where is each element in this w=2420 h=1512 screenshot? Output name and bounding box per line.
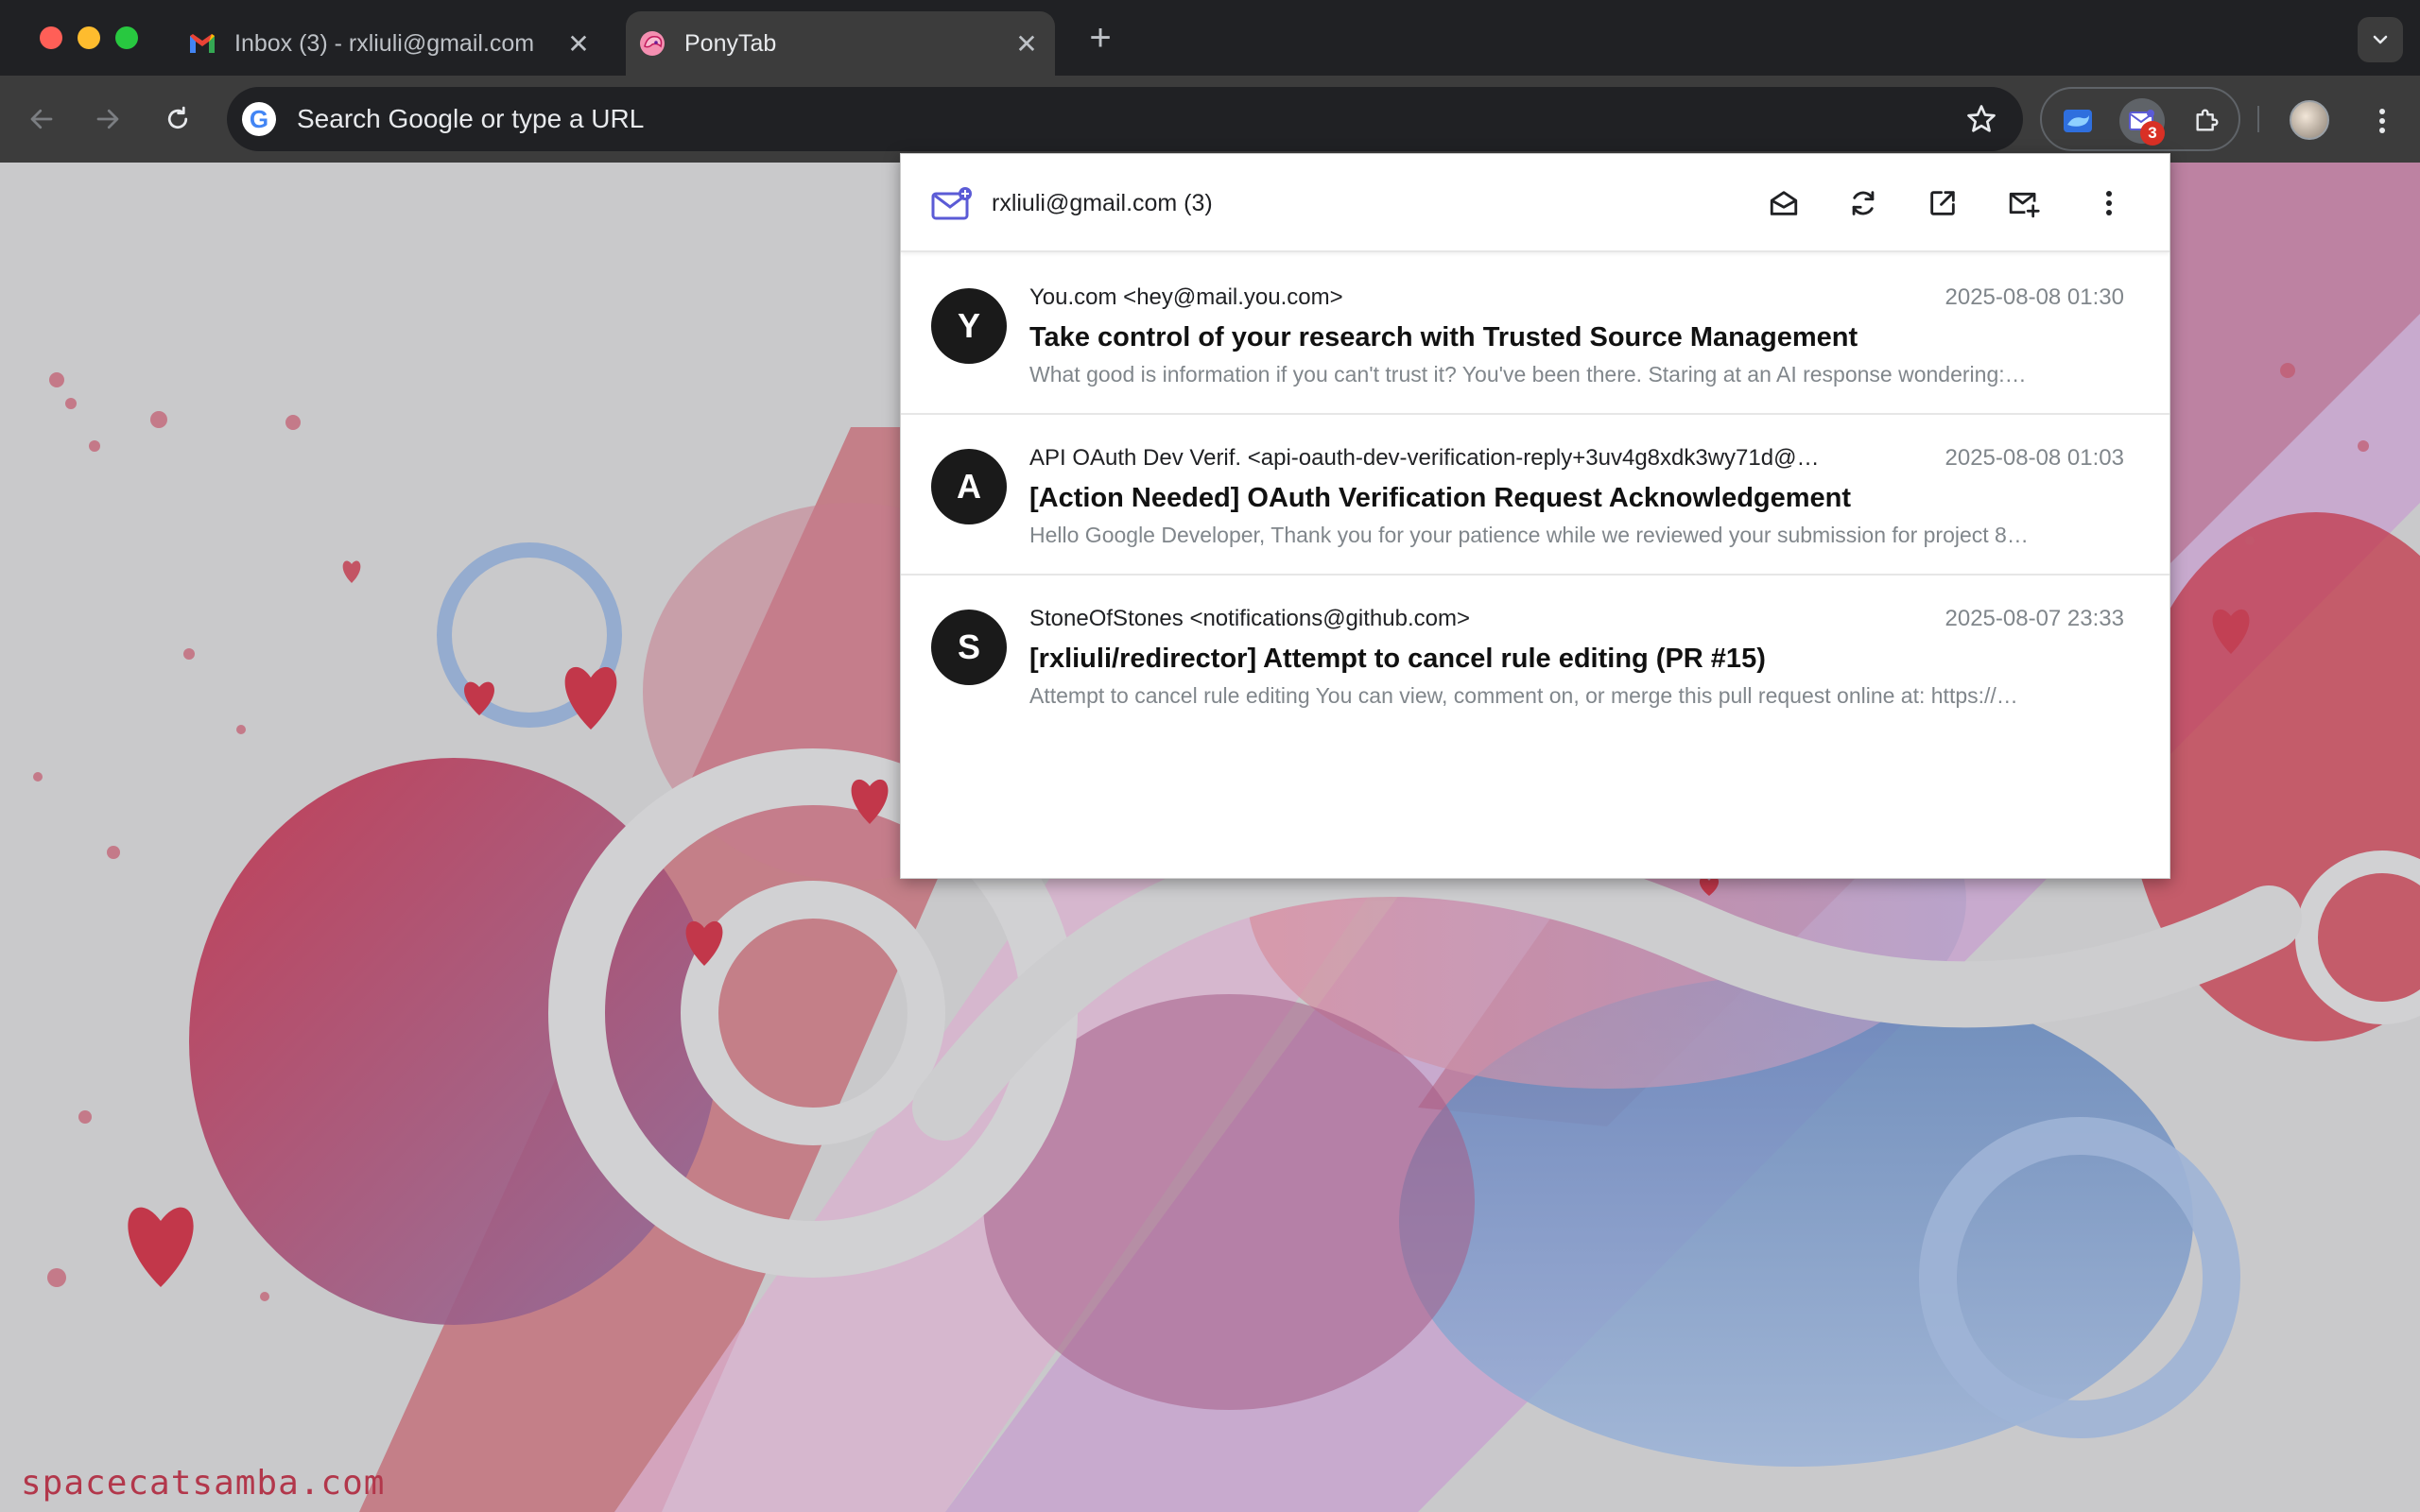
email-list: Y You.com <hey@mail.you.com> 2025-08-08 … xyxy=(901,254,2169,736)
tab-search-button[interactable] xyxy=(2358,17,2403,62)
unread-badge: 3 xyxy=(2140,121,2165,146)
refresh-button[interactable] xyxy=(1842,182,1884,224)
google-icon: G xyxy=(242,102,276,136)
tab-strip: Inbox (3) - rxliuli@gmail.com ✕ PonyTab … xyxy=(0,0,2420,76)
tab-title: Inbox (3) - rxliuli@gmail.com xyxy=(234,29,535,57)
minimize-window-button[interactable] xyxy=(78,26,100,49)
maximize-window-button[interactable] xyxy=(115,26,138,49)
wallpaper-watermark: spacecatsamba.com xyxy=(21,1464,386,1503)
address-bar[interactable]: G Search Google or type a URL xyxy=(227,87,2023,151)
arrow-left-icon xyxy=(30,109,53,129)
gmail-icon xyxy=(187,28,217,59)
close-tab-icon[interactable]: ✕ xyxy=(1011,28,1042,59)
extension-mail-button[interactable]: 3 xyxy=(2119,98,2165,146)
extension-whale-button[interactable] xyxy=(2055,98,2100,144)
email-row[interactable]: A API OAuth Dev Verif. <api-oauth-dev-ve… xyxy=(901,415,2169,576)
puzzle-icon xyxy=(2196,109,2219,131)
new-tab-button[interactable]: + xyxy=(1081,19,1119,59)
back-button[interactable] xyxy=(19,96,64,142)
profile-avatar[interactable] xyxy=(2290,100,2329,140)
more-vert-icon xyxy=(2106,191,2112,215)
chevron-down-icon xyxy=(2373,35,2388,44)
email-sender: API OAuth Dev Verif. <api-oauth-dev-veri… xyxy=(1029,445,1820,471)
sender-avatar: S xyxy=(931,610,1007,685)
address-bar-text: Search Google or type a URL xyxy=(297,104,645,133)
close-tab-icon[interactable]: ✕ xyxy=(563,28,594,59)
tab-title: PonyTab xyxy=(684,29,777,57)
email-date: 2025-08-08 01:03 xyxy=(1945,445,2125,471)
whale-extension-icon xyxy=(2064,110,2092,132)
tab-gmail-inbox[interactable]: Inbox (3) - rxliuli@gmail.com ✕ xyxy=(176,11,607,76)
email-subject: [Action Needed] OAuth Verification Reque… xyxy=(1029,483,1852,513)
compose-icon xyxy=(2009,192,2040,218)
email-sender: You.com <hey@mail.you.com> xyxy=(1029,284,1343,310)
email-snippet: What good is information if you can't tr… xyxy=(1029,362,2027,387)
reload-icon xyxy=(167,106,188,129)
email-date: 2025-08-08 01:30 xyxy=(1945,284,2125,310)
refresh-icon xyxy=(1852,191,1875,215)
toolbar-divider xyxy=(2257,106,2259,132)
reload-button[interactable] xyxy=(155,96,200,142)
arrow-right-icon xyxy=(96,109,119,129)
email-snippet: Attempt to cancel rule editing You can v… xyxy=(1029,683,2018,708)
browser-menu-button[interactable] xyxy=(2363,98,2401,144)
mark-all-read-button[interactable] xyxy=(1763,182,1805,224)
mail-app-icon xyxy=(931,187,972,220)
open-external-icon xyxy=(1930,191,1955,215)
mail-popup: rxliuli@gmail.com (3) Y You.com <hey@mai… xyxy=(900,153,2170,879)
browser-toolbar: G Search Google or type a URL 3 xyxy=(0,76,2420,163)
mark-all-read-icon xyxy=(1770,191,1798,215)
bookmark-star-icon[interactable] xyxy=(1964,102,1998,136)
email-row[interactable]: S StoneOfStones <notifications@github.co… xyxy=(901,576,2169,736)
email-snippet: Hello Google Developer, Thank you for yo… xyxy=(1029,523,2029,547)
email-sender: StoneOfStones <notifications@github.com> xyxy=(1029,606,1470,631)
compose-button[interactable] xyxy=(2003,182,2045,224)
email-subject: [rxliuli/redirector] Attempt to cancel r… xyxy=(1029,644,1766,674)
ponytab-icon xyxy=(637,28,667,59)
popup-menu-button[interactable] xyxy=(2088,182,2130,224)
sender-avatar: Y xyxy=(931,288,1007,364)
open-gmail-button[interactable] xyxy=(1922,182,1963,224)
forward-button[interactable] xyxy=(85,96,130,142)
popup-header: rxliuli@gmail.com (3) xyxy=(901,154,2169,252)
more-vert-icon xyxy=(2379,109,2385,133)
account-label: rxliuli@gmail.com (3) xyxy=(992,190,1213,216)
extensions-group: 3 xyxy=(2040,87,2240,151)
tab-ponytab[interactable]: PonyTab ✕ xyxy=(626,11,1055,76)
email-date: 2025-08-07 23:33 xyxy=(1945,606,2125,631)
email-subject: Take control of your research with Trust… xyxy=(1029,322,1858,352)
extensions-menu-button[interactable] xyxy=(2184,98,2229,144)
sender-avatar: A xyxy=(931,449,1007,524)
email-row[interactable]: Y You.com <hey@mail.you.com> 2025-08-08 … xyxy=(901,254,2169,415)
close-window-button[interactable] xyxy=(40,26,62,49)
